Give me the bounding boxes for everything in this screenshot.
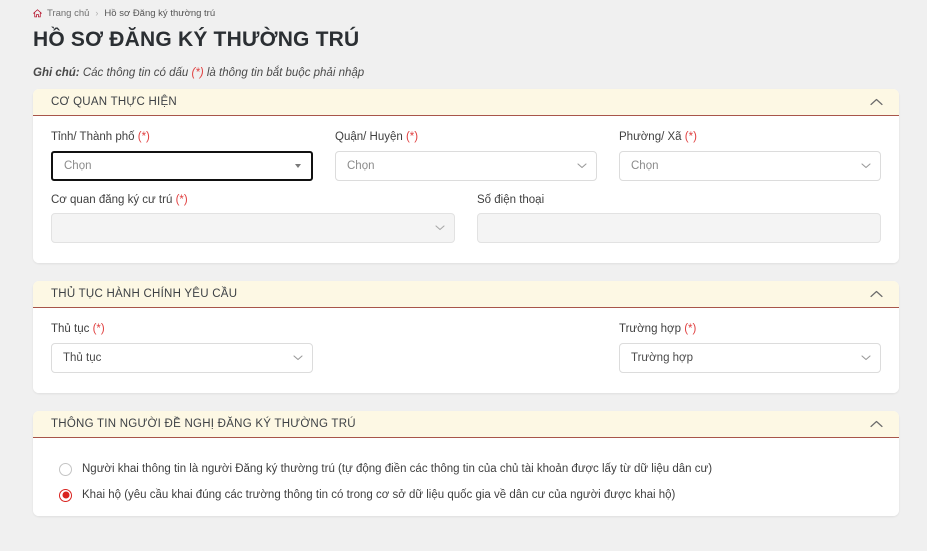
form-note-text-after: là thông tin bắt buộc phải nhập	[203, 66, 365, 79]
form-row-2: Cơ quan đăng ký cư trú (*) Số điện thoại	[51, 193, 881, 244]
form-row-1: Tỉnh/ Thành phố (*) Chọn Quận/ Huyện (*)…	[51, 130, 881, 181]
form-note-text-before: Các thông tin có dấu	[79, 66, 192, 79]
radio-label: Khai hộ (yêu cầu khai đúng các trường th…	[82, 488, 676, 501]
section-title: THÔNG TIN NGƯỜI ĐỀ NGHỊ ĐĂNG KÝ THƯỜNG T…	[51, 418, 356, 431]
field-label-phuong-xa: Phường/ Xã (*)	[619, 130, 881, 145]
radio-label: Người khai thông tin là người Đăng ký th…	[82, 462, 713, 475]
breadcrumb-home-link[interactable]: Trang chủ	[47, 8, 89, 19]
section-title: THỦ TỤC HÀNH CHÍNH YÊU CẦU	[51, 288, 238, 301]
chevron-down-icon	[577, 162, 587, 169]
select-phuong-xa[interactable]: Chọn	[619, 150, 881, 181]
section-body-thong-tin-nguoi-de-nghi: Người khai thông tin là người Đăng ký th…	[33, 438, 899, 517]
section-co-quan-thuc-hien: CƠ QUAN THỰC HIỆN Tỉnh/ Thành phố (*) Ch…	[33, 88, 899, 264]
field-so-dien-thoai: Số điện thoại	[477, 193, 881, 244]
field-truong-hop: Trường hợp (*) Trường hợp	[619, 322, 881, 374]
section-body-co-quan-thuc-hien: Tỉnh/ Thành phố (*) Chọn Quận/ Huyện (*)…	[33, 115, 899, 264]
required-asterisk: (*)	[684, 130, 697, 143]
chevron-up-icon[interactable]	[870, 290, 883, 298]
chevron-up-icon[interactable]	[870, 98, 883, 106]
chevron-down-icon	[861, 162, 871, 169]
radio-selected-icon[interactable]	[59, 488, 72, 502]
label-text: Quận/ Huyện	[335, 130, 403, 143]
section-body-thu-tuc-hanh-chinh-yeu-cau: Thủ tục (*) Thủ tục Trường hợp (*) Trườn…	[33, 308, 899, 394]
home-icon	[32, 9, 43, 18]
select-quan-huyen[interactable]: Chọn	[335, 150, 597, 181]
section-header-thong-tin-nguoi-de-nghi[interactable]: THÔNG TIN NGƯỜI ĐỀ NGHỊ ĐĂNG KÝ THƯỜNG T…	[33, 411, 899, 439]
required-asterisk: (*)	[175, 193, 188, 206]
form-note-required-mark: (*)	[191, 66, 204, 79]
select-truong-hop[interactable]: Trường hợp	[619, 343, 881, 374]
select-value-thu-tuc: Thủ tục	[63, 352, 102, 365]
label-text: Số điện thoại	[477, 193, 545, 206]
breadcrumb: Trang chủ › Hồ sơ Đăng ký thường trú	[0, 0, 927, 21]
required-asterisk: (*)	[684, 323, 697, 336]
field-label-co-quan-dang-ky-cu-tru: Cơ quan đăng ký cư trú (*)	[51, 193, 455, 208]
section-thong-tin-nguoi-de-nghi: THÔNG TIN NGƯỜI ĐỀ NGHỊ ĐĂNG KÝ THƯỜNG T…	[33, 411, 899, 517]
required-asterisk: (*)	[137, 130, 150, 143]
breadcrumb-separator: ›	[95, 8, 99, 19]
label-text: Cơ quan đăng ký cư trú	[51, 193, 173, 206]
field-quan-huyen: Quận/ Huyện (*) Chọn	[335, 130, 597, 181]
select-value-phuong-xa: Chọn	[631, 159, 659, 172]
field-phuong-xa: Phường/ Xã (*) Chọn	[619, 130, 881, 181]
label-text: Thủ tục	[51, 323, 90, 336]
chevron-down-icon	[861, 355, 871, 362]
form-row-3: Thủ tục (*) Thủ tục Trường hợp (*) Trườn…	[51, 322, 881, 374]
page-title: HỒ SƠ ĐĂNG KÝ THƯỜNG TRÚ	[33, 28, 360, 52]
field-thu-tuc: Thủ tục (*) Thủ tục	[51, 322, 313, 374]
field-tinh-thanh-pho: Tỉnh/ Thành phố (*) Chọn	[51, 130, 313, 181]
section-title: CƠ QUAN THỰC HIỆN	[51, 95, 177, 108]
chevron-down-icon	[435, 225, 445, 232]
caret-down-solid-icon	[295, 163, 301, 168]
label-text: Trường hợp	[619, 323, 681, 336]
field-label-tinh-thanh-pho: Tỉnh/ Thành phố (*)	[51, 130, 313, 145]
radio-group-loai-nguoi-khai: Người khai thông tin là người Đăng ký th…	[51, 452, 881, 506]
field-co-quan-dang-ky-cu-tru: Cơ quan đăng ký cư trú (*)	[51, 193, 455, 244]
form-note-prefix: Ghi chú:	[33, 66, 80, 79]
form-row-3-spacer	[335, 322, 597, 373]
field-label-quan-huyen: Quận/ Huyện (*)	[335, 130, 597, 145]
radio-unselected-icon[interactable]	[59, 462, 72, 476]
label-text: Tỉnh/ Thành phố	[51, 130, 135, 143]
required-asterisk: (*)	[405, 130, 419, 143]
chevron-down-icon	[293, 355, 303, 362]
page-root: Trang chủ › Hồ sơ Đăng ký thường trú HỒ …	[0, 0, 927, 551]
field-label-truong-hop: Trường hợp (*)	[619, 322, 881, 337]
input-so-dien-thoai[interactable]	[477, 213, 881, 244]
section-header-thu-tuc-hanh-chinh-yeu-cau[interactable]: THỦ TỤC HÀNH CHÍNH YÊU CẦU	[33, 281, 899, 309]
field-label-so-dien-thoai: Số điện thoại	[477, 193, 881, 208]
chevron-up-icon[interactable]	[870, 420, 883, 428]
section-header-co-quan-thuc-hien[interactable]: CƠ QUAN THỰC HIỆN	[33, 88, 899, 116]
select-tinh-thanh-pho[interactable]: Chọn	[51, 150, 313, 181]
field-label-thu-tuc: Thủ tục (*)	[51, 322, 313, 337]
select-co-quan-dang-ky-cu-tru[interactable]	[51, 213, 455, 244]
form-note: Ghi chú: Các thông tin có dấu (*) là thô…	[33, 66, 927, 81]
section-thu-tuc-hanh-chinh-yeu-cau: THỦ TỤC HÀNH CHÍNH YÊU CẦU Thủ tục (*) T…	[33, 281, 899, 394]
required-asterisk: (*)	[92, 323, 105, 336]
select-value-quan-huyen: Chọn	[347, 159, 375, 172]
label-text: Phường/ Xã	[619, 130, 682, 143]
radio-option-khai-ho[interactable]: Khai hộ (yêu cầu khai đúng các trường th…	[59, 484, 881, 506]
breadcrumb-current: Hồ sơ Đăng ký thường trú	[104, 8, 216, 19]
select-value-tinh-thanh-pho: Chọn	[64, 159, 92, 172]
radio-option-nguoi-khai-la-nguoi-dang-ky[interactable]: Người khai thông tin là người Đăng ký th…	[59, 458, 881, 480]
select-value-truong-hop: Trường hợp	[631, 352, 693, 365]
select-thu-tuc[interactable]: Thủ tục	[51, 343, 313, 374]
